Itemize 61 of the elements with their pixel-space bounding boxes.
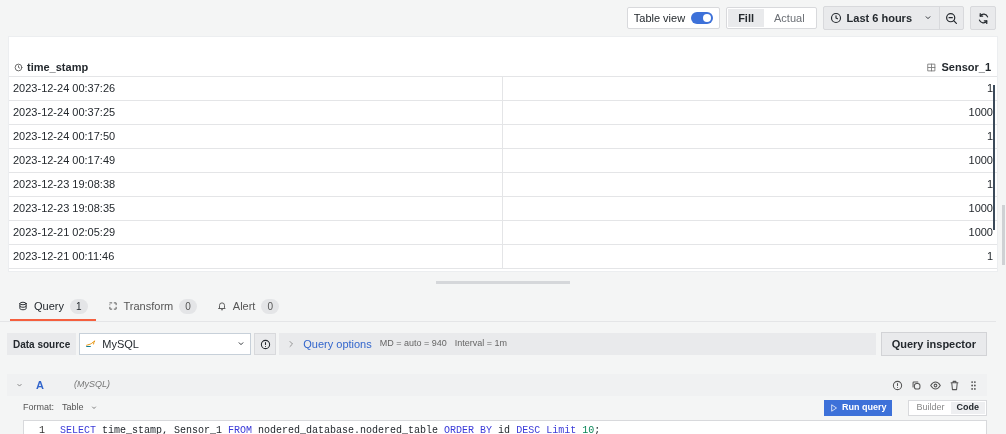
editor-mode-tab[interactable]: Code — [950, 402, 985, 414]
column-header: time_stamp — [27, 59, 89, 75]
help-icon — [259, 338, 271, 350]
refresh-button[interactable] — [970, 6, 996, 30]
column-header: Sensor_1 — [941, 59, 991, 75]
table-cell-text: 1000 — [967, 201, 994, 217]
drag-handle-icon[interactable] — [968, 379, 979, 391]
page-scrollbar — [1002, 205, 1005, 265]
clock-icon — [14, 62, 23, 72]
table-cell: 2023-12-24 00:37:25 — [9, 101, 503, 124]
table-cell: 2023-12-24 00:17:49 — [9, 149, 503, 172]
query-options-link[interactable]: Query options — [287, 335, 372, 353]
chevron-icon — [287, 340, 296, 348]
refresh-icon — [976, 11, 990, 25]
table-cell-text: 1000 — [967, 153, 994, 169]
database-icon — [18, 301, 28, 311]
table-cell-text: 1 — [985, 81, 994, 97]
query-source-text: (MySQL) — [73, 378, 111, 392]
editor-tab[interactable]: Query 1 — [10, 293, 96, 321]
display-mode-tab[interactable]: Actual — [764, 9, 815, 27]
query-inspector-button[interactable]: Query inspector — [880, 332, 987, 356]
query-option-text: MD = auto = 940 — [379, 337, 447, 351]
trash-icon[interactable] — [949, 379, 960, 391]
editor-tab[interactable]: Alert 0 — [208, 293, 287, 321]
run-query-button[interactable]: Run query — [823, 400, 893, 416]
table-cell-text: 1 — [985, 249, 994, 265]
table-view-toggle[interactable]: Table view — [626, 7, 721, 29]
data-source-select[interactable]: MySQL — [79, 333, 252, 355]
line-number: 1 — [38, 423, 46, 434]
table-cell: 2023-12-21 00:11:46 — [9, 245, 503, 268]
table-cell: 2023-12-23 19:08:38 — [9, 173, 503, 196]
count-badge: 0 — [261, 298, 279, 314]
query-option-text: Interval = 1m — [454, 337, 508, 351]
play-icon — [829, 404, 838, 412]
bell-icon — [216, 301, 227, 311]
caret-icon — [89, 404, 98, 412]
query-ref-label[interactable]: A — [36, 376, 44, 394]
zoom-out-icon — [945, 11, 958, 25]
table-cell-text: 1 — [985, 177, 994, 193]
editor-tab[interactable]: Transform 0 — [99, 293, 205, 321]
help-button[interactable] — [254, 333, 277, 355]
grid-icon — [927, 62, 937, 72]
table-cell: 2023-12-23 19:08:35 — [9, 197, 503, 220]
display-mode-tab[interactable]: Fill — [728, 9, 764, 27]
table-cell: 2023-12-21 02:05:29 — [9, 221, 503, 244]
field-label: Format: — [23, 401, 54, 415]
table-cell-text: 1 — [985, 129, 994, 145]
field-label: Data source — [7, 333, 77, 355]
editor-mode-tab[interactable]: Builder — [910, 402, 951, 414]
help-icon[interactable] — [892, 379, 903, 391]
table-cell-text: 1000 — [967, 105, 994, 121]
count-badge: 1 — [69, 298, 88, 314]
eye-icon[interactable] — [930, 379, 941, 391]
code-line[interactable]: SELECT time_stamp, Sensor_1 FROM nodered_database.nodered_table ORDER BY id DESC Limit 10; — [60, 422, 601, 434]
table-cell: 2023-12-24 00:37:26 — [9, 77, 503, 100]
duplicate-icon[interactable] — [911, 379, 922, 391]
clock-icon — [829, 12, 842, 24]
table-cell: 2023-12-24 00:17:50 — [9, 125, 503, 148]
table-cell-text: 1000 — [967, 225, 994, 241]
format-select[interactable]: Table — [62, 401, 98, 415]
count-badge: 0 — [179, 298, 197, 314]
